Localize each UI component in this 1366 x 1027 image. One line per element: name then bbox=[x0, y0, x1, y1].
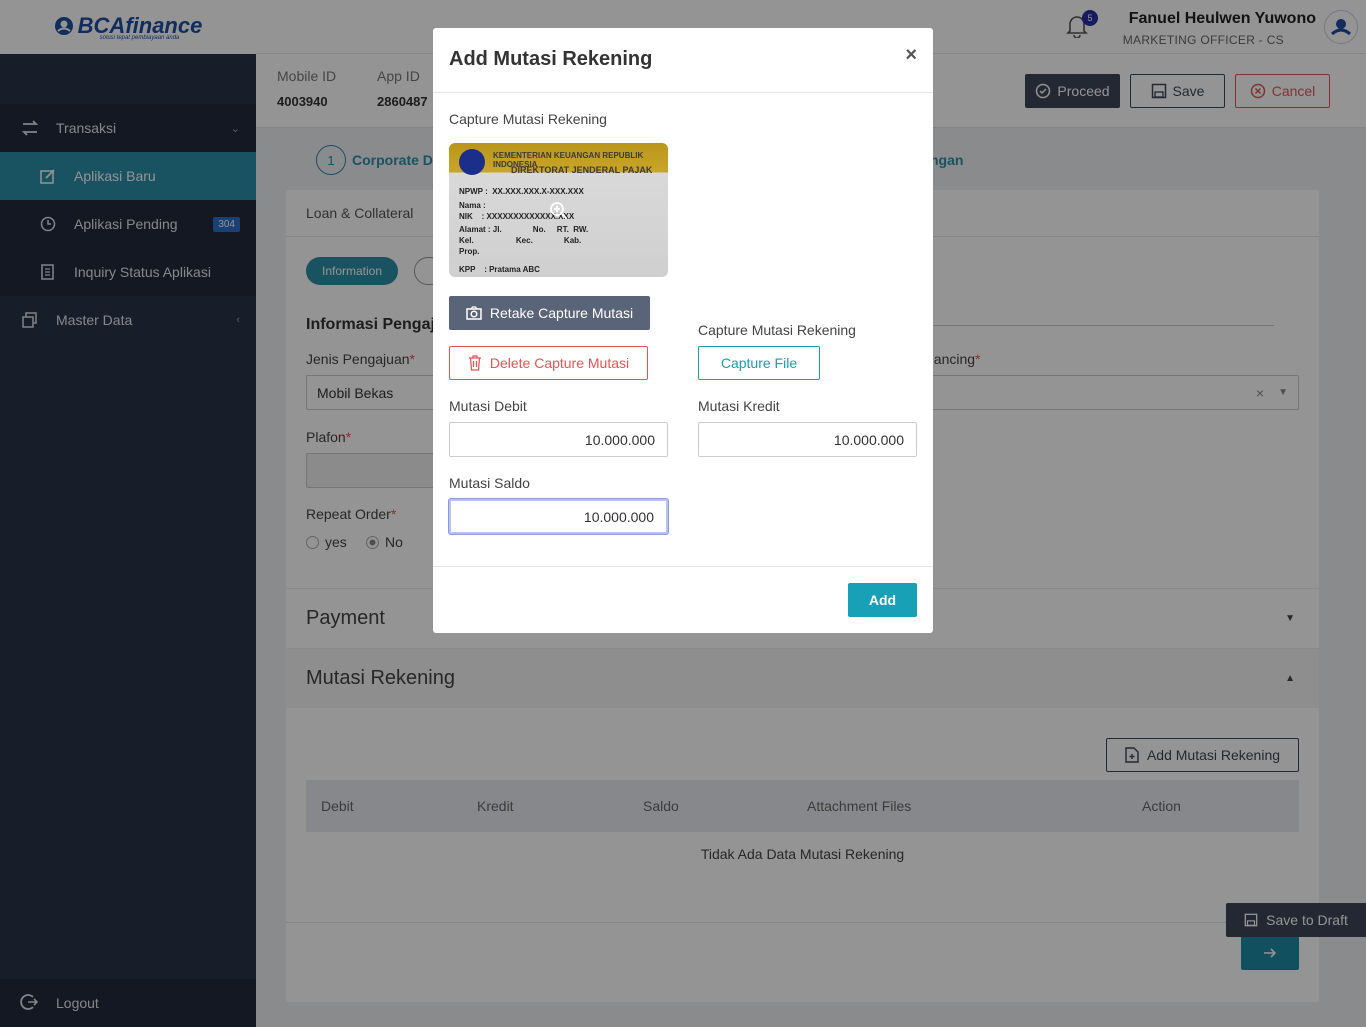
mutasi-saldo-label: Mutasi Saldo bbox=[449, 475, 530, 491]
modal-title: Add Mutasi Rekening bbox=[449, 48, 653, 70]
captured-document-thumbnail[interactable]: KEMENTERIAN KEUANGAN REPUBLIK INDONESIA … bbox=[449, 143, 668, 277]
retake-label: Retake Capture Mutasi bbox=[489, 305, 634, 321]
capture-file-button[interactable]: Capture File bbox=[698, 346, 820, 380]
add-mutasi-modal: Add Mutasi Rekening × Capture Mutasi Rek… bbox=[433, 28, 933, 633]
retake-capture-button[interactable]: Retake Capture Mutasi bbox=[449, 296, 650, 330]
capture-label-left: Capture Mutasi Rekening bbox=[449, 111, 607, 127]
capture-label-right: Capture Mutasi Rekening bbox=[698, 322, 856, 338]
add-button[interactable]: Add bbox=[848, 583, 917, 617]
trash-icon bbox=[468, 355, 481, 371]
camera-icon bbox=[466, 306, 482, 320]
close-icon[interactable]: × bbox=[905, 44, 917, 67]
mutasi-debit-input[interactable] bbox=[449, 422, 668, 457]
mutasi-debit-label: Mutasi Debit bbox=[449, 398, 527, 414]
delete-label: Delete Capture Mutasi bbox=[489, 355, 630, 371]
garuda-seal-icon bbox=[459, 149, 485, 175]
divider bbox=[433, 566, 933, 567]
mutasi-kredit-label: Mutasi Kredit bbox=[698, 398, 780, 414]
zoom-in-icon[interactable] bbox=[549, 201, 569, 224]
delete-capture-button[interactable]: Delete Capture Mutasi bbox=[449, 346, 648, 380]
mutasi-kredit-input[interactable] bbox=[698, 422, 917, 457]
mutasi-saldo-input[interactable] bbox=[449, 499, 668, 534]
